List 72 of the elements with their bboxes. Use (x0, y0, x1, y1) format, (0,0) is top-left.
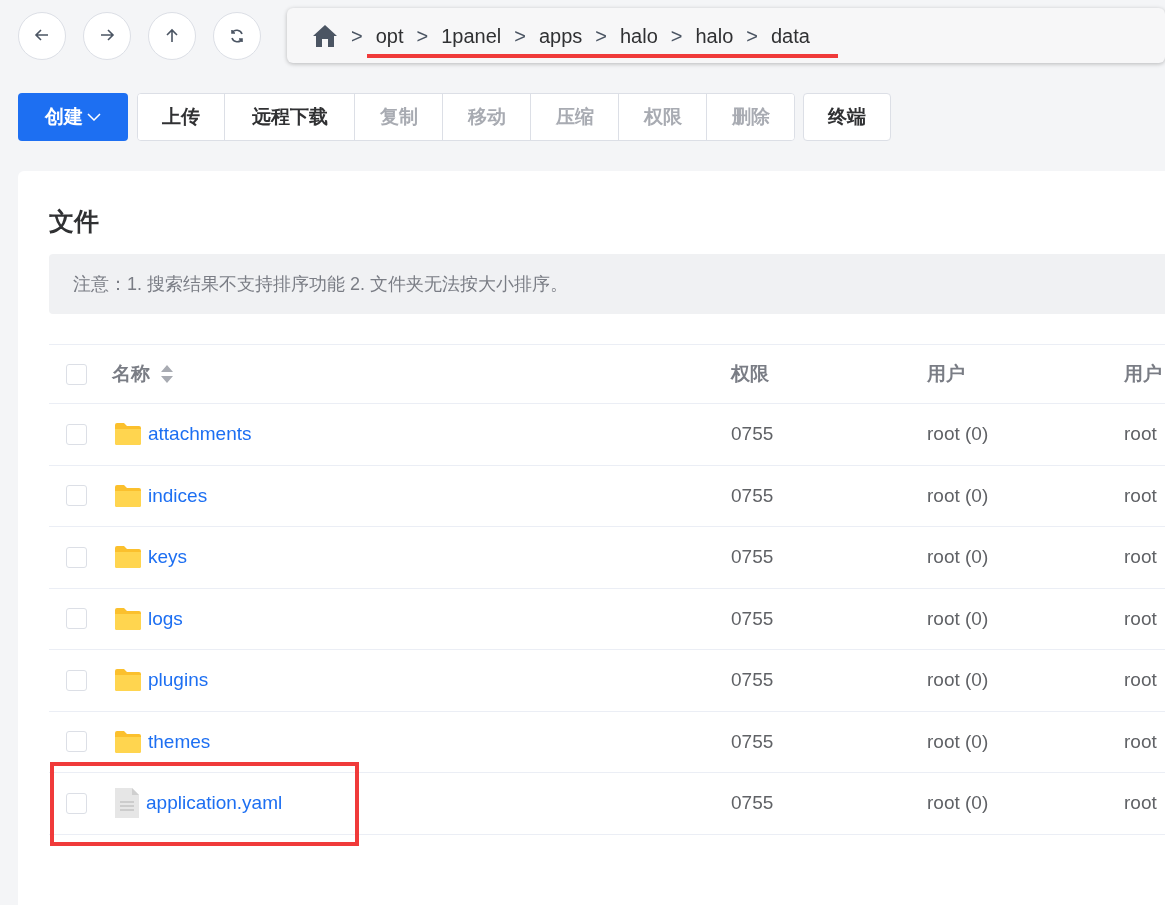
table-cell: 0755 (731, 669, 774, 690)
table-cell: root (1124, 669, 1157, 690)
breadcrumb-item[interactable]: halo (695, 20, 734, 51)
notice-banner: 注意：1. 搜索结果不支持排序功能 2. 文件夹无法按大小排序。 (49, 254, 1165, 314)
file-name-link[interactable]: logs (148, 604, 183, 633)
back-button[interactable] (18, 11, 66, 60)
checkbox[interactable] (66, 546, 87, 568)
breadcrumb-item[interactable]: halo (620, 20, 658, 51)
table-cell: root (1124, 792, 1157, 813)
table-cell: root (0) (927, 607, 989, 629)
up-arrow-icon (164, 27, 180, 44)
table-cell: 0755 (731, 792, 774, 813)
checkbox[interactable] (66, 363, 87, 385)
breadcrumb-separator: > (595, 23, 607, 49)
create-button[interactable]: 创建 (18, 93, 128, 141)
up-button[interactable] (148, 11, 196, 60)
file-name-link[interactable]: plugins (148, 666, 209, 695)
file-name-link[interactable]: keys (148, 543, 188, 572)
table-cell: root (0) (927, 484, 989, 506)
file-icon (114, 787, 140, 820)
table-cell: 0755 (731, 546, 774, 567)
checkbox[interactable] (66, 485, 87, 507)
column-header[interactable]: 名称 (112, 359, 174, 389)
folder-icon (114, 483, 142, 508)
checkbox[interactable] (66, 423, 87, 445)
checkbox[interactable] (66, 608, 87, 630)
folder-icon (114, 668, 142, 693)
home-icon[interactable] (312, 23, 338, 48)
breadcrumb-separator: > (416, 23, 429, 49)
file-name-link[interactable]: attachments (148, 420, 252, 449)
file-name-link[interactable]: themes (148, 727, 211, 756)
table-cell: root (0) (927, 546, 989, 567)
column-header: 用户 (1124, 361, 1162, 386)
breadcrumb-separator: > (746, 23, 758, 49)
sort-icon[interactable] (160, 364, 174, 384)
table-cell: root (0) (927, 669, 989, 690)
table-cell: root (1124, 730, 1157, 752)
refresh-icon (229, 27, 245, 44)
breadcrumb-item[interactable]: opt (375, 20, 404, 51)
checkbox[interactable] (66, 792, 87, 814)
column-header: 权限 (731, 361, 769, 386)
breadcrumb-separator: > (514, 23, 526, 49)
breadcrumb-separator: > (351, 23, 363, 49)
table-cell: root (0) (927, 423, 989, 444)
folder-icon (114, 729, 142, 754)
breadcrumb-item[interactable]: apps (538, 20, 583, 51)
file-name-link[interactable]: application.yaml (146, 789, 283, 818)
table-cell: 0755 (731, 484, 774, 506)
table-cell: 0755 (731, 423, 774, 444)
table-cell: root (1124, 484, 1157, 506)
folder-icon (114, 422, 142, 447)
refresh-button[interactable] (213, 11, 261, 60)
chevron-down-icon (87, 113, 101, 121)
table-cell: 0755 (731, 730, 774, 752)
breadcrumb-separator: > (670, 23, 683, 49)
terminal-button[interactable]: 终端 (803, 93, 891, 141)
breadcrumb-item[interactable]: 1panel (441, 20, 502, 51)
folder-icon (114, 606, 142, 631)
card-title: 文件 (49, 206, 100, 237)
folder-icon (114, 545, 142, 570)
checkbox[interactable] (66, 731, 87, 753)
breadcrumb-item[interactable]: data (771, 20, 810, 51)
checkbox[interactable] (66, 669, 87, 691)
table-cell: root (1124, 607, 1157, 629)
forward-button[interactable] (83, 11, 131, 60)
table-cell: root (0) (927, 792, 989, 813)
table-cell: 0755 (731, 607, 774, 629)
table-cell: root (1124, 423, 1157, 444)
table-cell: root (0) (927, 730, 989, 752)
column-header: 用户 (927, 361, 965, 386)
file-name-link[interactable]: indices (148, 481, 208, 510)
table-cell: root (1124, 546, 1157, 567)
